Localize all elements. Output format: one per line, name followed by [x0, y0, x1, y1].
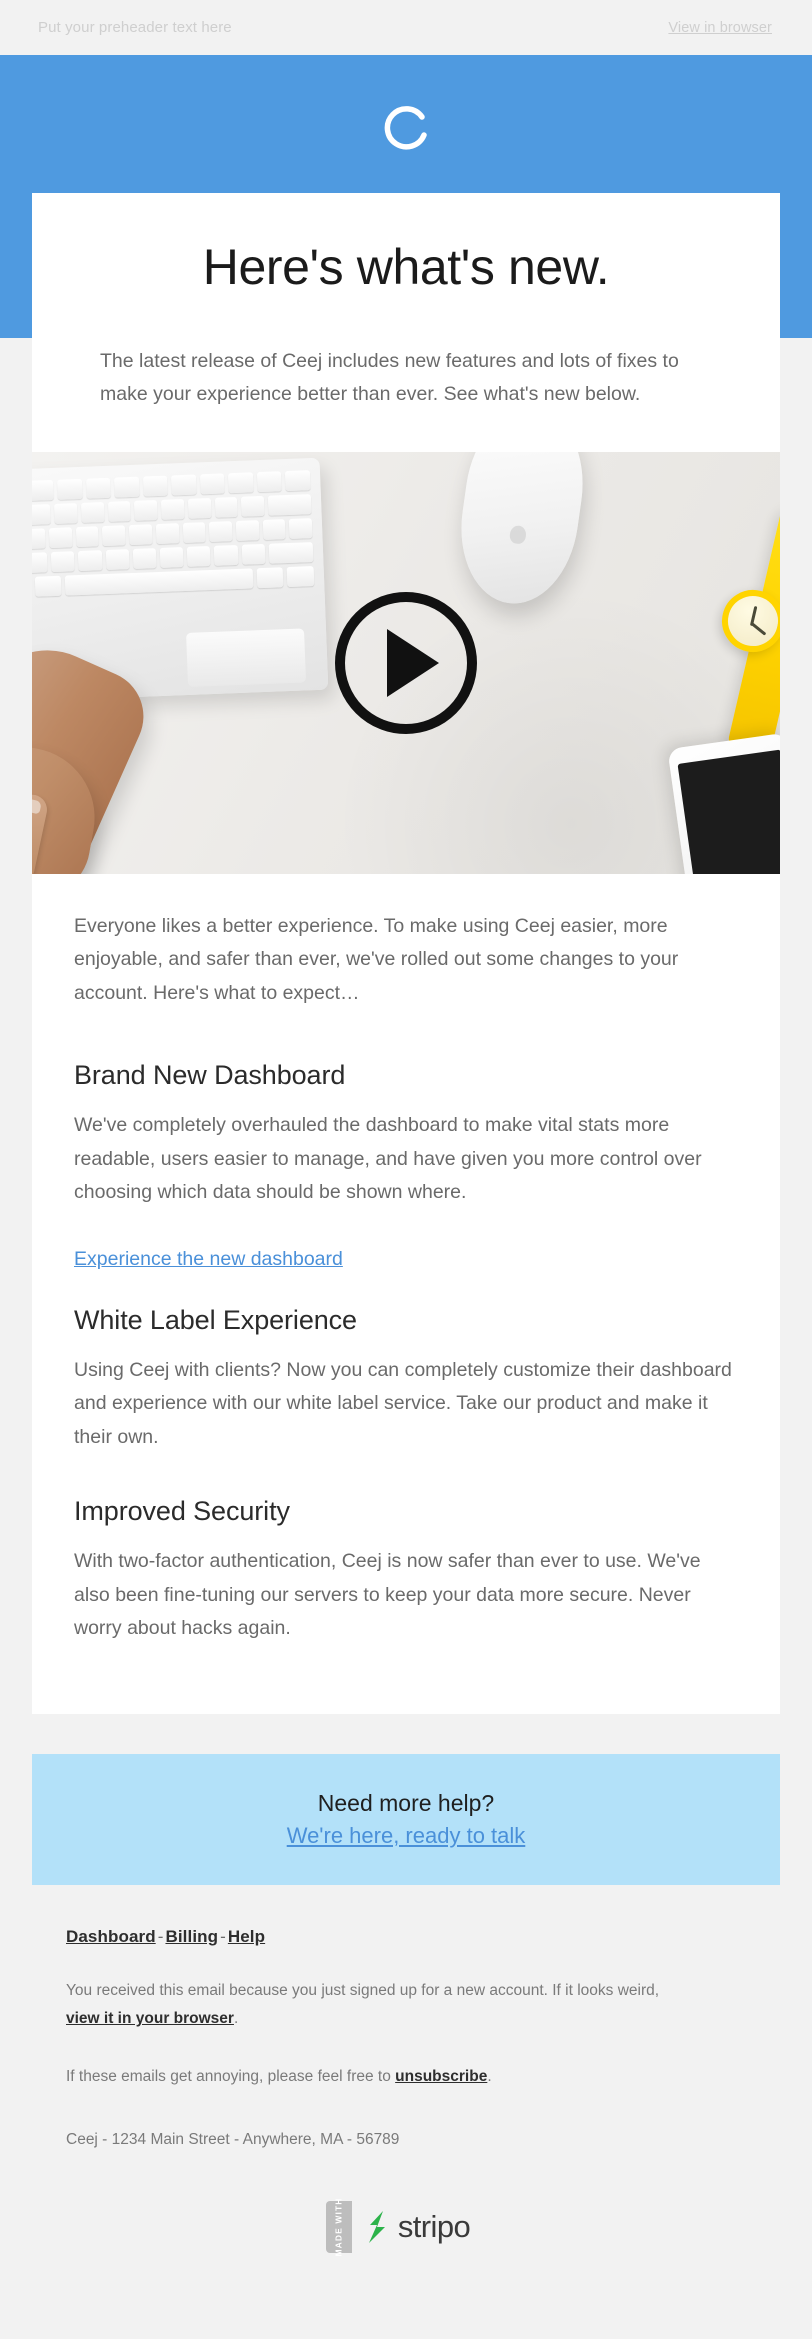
section-title-security: Improved Security	[74, 1496, 290, 1527]
footer-separator: -	[157, 1926, 164, 1946]
company-address: Ceej - 1234 Main Street - Anywhere, MA -…	[66, 2130, 400, 2148]
made-with-ribbon: MADE WITH	[325, 2197, 352, 2256]
legal-text-after: .	[233, 2009, 239, 2027]
stripo-wordmark: stripo	[397, 2208, 471, 2244]
help-title: Need more help?	[317, 1789, 495, 1816]
lead-paragraph: Everyone likes a better experience. To m…	[74, 914, 679, 1004]
section-title-white-label: White Label Experience	[74, 1304, 357, 1335]
footer-nav: Dashboard - Billing - Help	[66, 1927, 746, 1947]
legal-text-before: You received this email because you just…	[66, 1981, 660, 1999]
keyboard-arrow-cluster	[186, 628, 307, 687]
play-triangle-icon	[387, 628, 439, 697]
footer: Dashboard - Billing - Help You received this…	[0, 1884, 812, 2149]
view-in-browser-link[interactable]: View in browser	[668, 20, 772, 36]
preheader-text: Put your preheader text here	[38, 19, 232, 36]
unsubscribe-paragraph: If these emails get annoying, please fee…	[66, 2033, 746, 2091]
stripo-badge-zone: MADE WITH stripo	[0, 2148, 812, 2299]
stripo-badge[interactable]: MADE WITH stripo	[325, 2197, 486, 2256]
footer-link-billing[interactable]: Billing	[165, 1927, 218, 1946]
body-content: Everyone likes a better experience. To m…	[32, 874, 780, 1714]
unsub-text-after: .	[487, 2067, 492, 2085]
footer-link-dashboard[interactable]: Dashboard	[66, 1927, 156, 1946]
stripo-s-icon	[368, 2210, 385, 2243]
unsubscribe-link[interactable]: unsubscribe	[395, 2068, 487, 2085]
help-section-gap	[0, 1713, 812, 1754]
phone-screen	[677, 749, 780, 874]
legal-paragraph: You received this email because you just…	[66, 1947, 746, 2033]
section-text-security: With two-factor authentication, Ceej is …	[74, 1550, 701, 1640]
phone-image	[667, 732, 780, 874]
section-title-dashboard: Brand New Dashboard	[74, 1060, 346, 1091]
section-text-dashboard: We've completely overhauled the dashboar…	[74, 1114, 702, 1204]
section-text-white-label: Using Ceej with clients? Now you can com…	[74, 1358, 732, 1448]
hero-video-image[interactable]	[32, 451, 780, 874]
card-bottom-spacer	[74, 1662, 738, 1714]
mouse-logo-icon	[508, 524, 528, 545]
headline-block: Here's what's new. The latest release of…	[32, 193, 780, 452]
unsub-text-before: If these emails get annoying, please fee…	[66, 2067, 391, 2085]
finger	[32, 791, 50, 874]
view-in-browser-footer-link[interactable]: view it in your browser	[66, 2010, 234, 2027]
play-button[interactable]	[335, 591, 477, 734]
logo-container	[0, 55, 812, 200]
intro-paragraph: The latest release of Ceej includes new …	[100, 349, 679, 406]
ceej-c-logo-icon	[384, 105, 427, 150]
main-content-card: Here's what's new. The latest release of…	[32, 193, 780, 1714]
email-body: Put your preheader text here View in bro…	[0, 0, 812, 2299]
page-title: Here's what's new.	[202, 239, 610, 295]
experience-dashboard-link[interactable]: Experience the new dashboard	[74, 1248, 343, 1271]
help-callout-box: Need more help? We're here, ready to tal…	[32, 1753, 780, 1885]
preheader-bar: Put your preheader text here View in bro…	[0, 0, 812, 55]
contact-support-link[interactable]: We're here, ready to talk	[287, 1823, 526, 1849]
made-with-label: MADE WITH	[333, 2197, 344, 2257]
stripo-badge-main: stripo	[352, 2201, 486, 2253]
footer-link-help[interactable]: Help	[228, 1927, 265, 1946]
footer-separator: -	[220, 1926, 226, 1946]
